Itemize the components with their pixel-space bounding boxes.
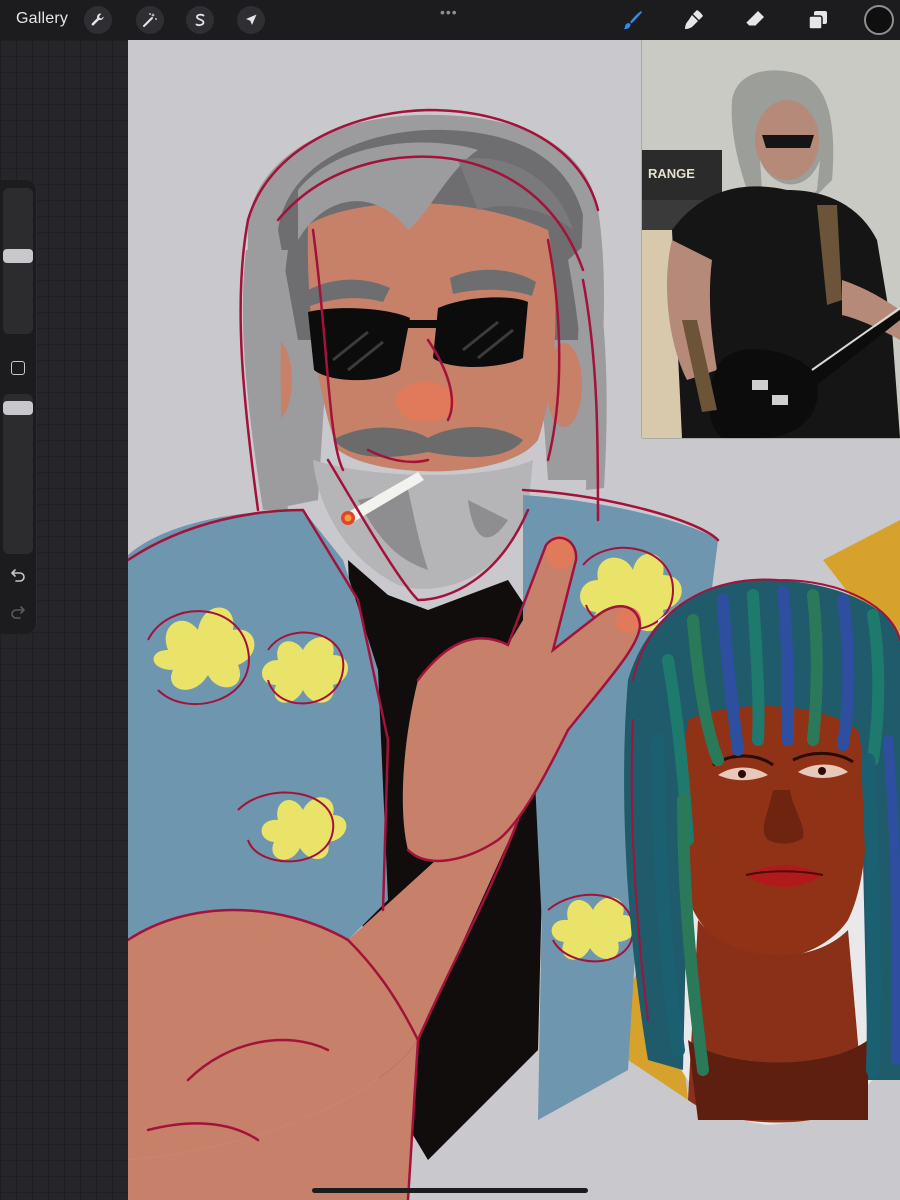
magic-wand-icon [143, 13, 157, 27]
selection-s-icon [195, 13, 205, 27]
brush-tool[interactable] [618, 6, 646, 34]
transform-button[interactable] [237, 6, 265, 34]
arrow-cursor-icon [246, 14, 257, 25]
eraser-tool[interactable] [741, 6, 769, 34]
undo-icon [11, 569, 25, 582]
redo-icon [11, 606, 25, 619]
gallery-button[interactable]: Gallery [16, 10, 68, 28]
smudge-icon [685, 10, 703, 29]
amp-logo-text: RANGE [648, 166, 695, 181]
adjustments-button[interactable] [136, 6, 164, 34]
more-options[interactable]: ••• [440, 4, 458, 20]
smudge-tool[interactable] [680, 6, 708, 34]
actions-button[interactable] [84, 6, 112, 34]
redo-button[interactable] [8, 602, 28, 622]
selection-button[interactable] [186, 6, 214, 34]
brush-size-slider[interactable] [3, 188, 33, 334]
reference-photo[interactable]: RANGE [642, 40, 900, 438]
layers-icon [808, 11, 827, 30]
layers-tool[interactable] [804, 6, 832, 34]
reference-photo-image: RANGE [642, 40, 900, 438]
brush-icon [623, 11, 642, 30]
undo-button[interactable] [8, 565, 28, 585]
modify-button[interactable] [11, 361, 25, 375]
brush-opacity-slider[interactable] [3, 394, 33, 554]
brush-opacity-handle[interactable] [3, 401, 33, 415]
color-picker-button[interactable] [864, 5, 894, 35]
brush-size-handle[interactable] [3, 249, 33, 263]
drawing-canvas[interactable]: RANGE [128, 40, 900, 1200]
eraser-icon [745, 11, 764, 27]
top-toolbar: Gallery ••• [0, 0, 900, 40]
wrench-icon [91, 13, 104, 26]
home-indicator [312, 1188, 588, 1193]
brush-sidebar [0, 180, 36, 634]
